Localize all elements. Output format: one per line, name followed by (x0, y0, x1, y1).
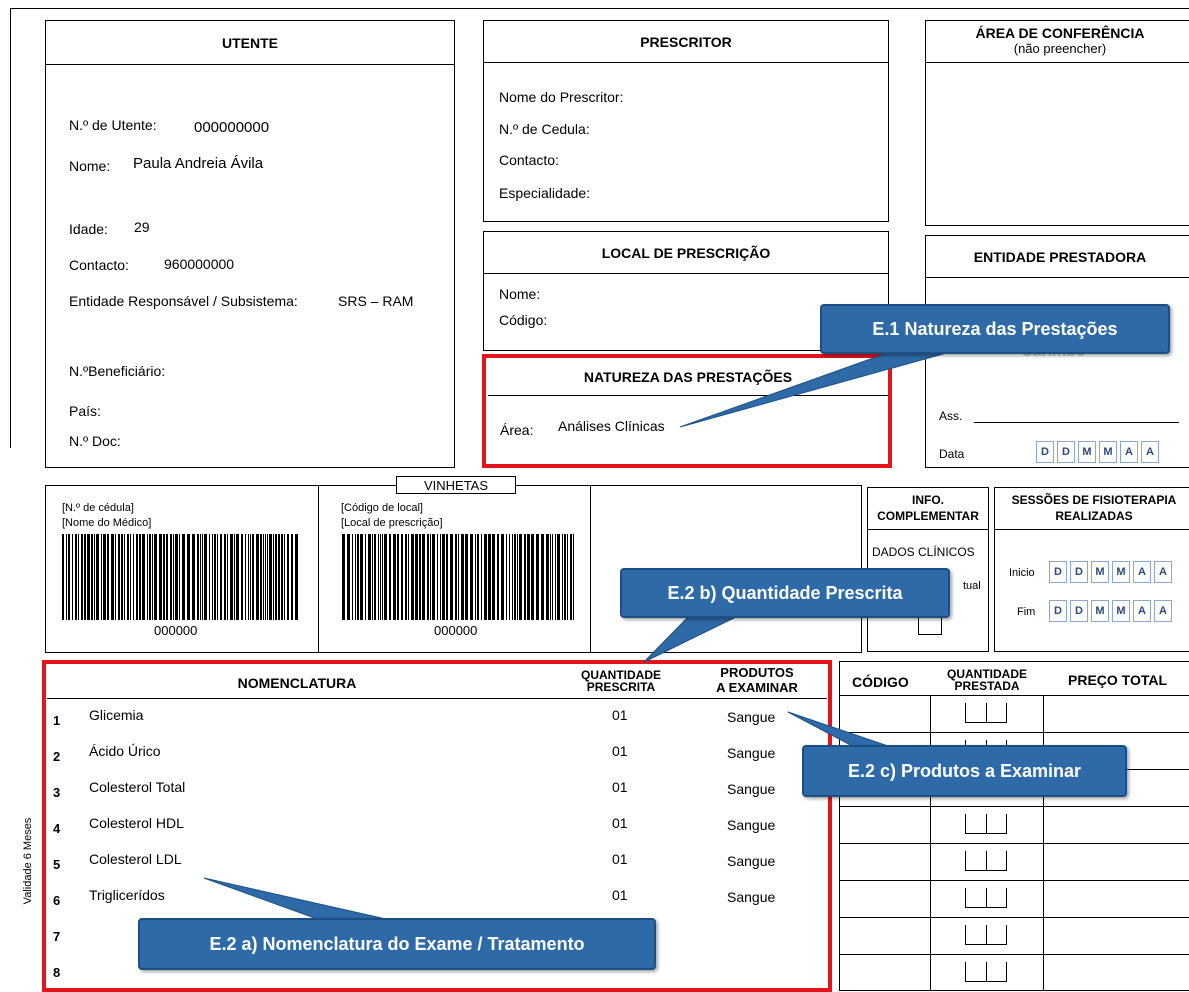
callout-e2b: E.2 b) Quantidade Prescrita (620, 568, 950, 618)
pointer-e2b (643, 614, 741, 663)
pointer-e1 (679, 351, 951, 428)
callout-e1: E.1 Natureza das Prestações (820, 304, 1170, 354)
callout-pointers (203, 351, 951, 921)
callout-e2a: E.2 a) Nomenclatura do Exame / Tratament… (138, 918, 656, 970)
callout-e2c: E.2 c) Produtos a Examinar (802, 745, 1127, 797)
pointer-e2a (203, 877, 391, 921)
